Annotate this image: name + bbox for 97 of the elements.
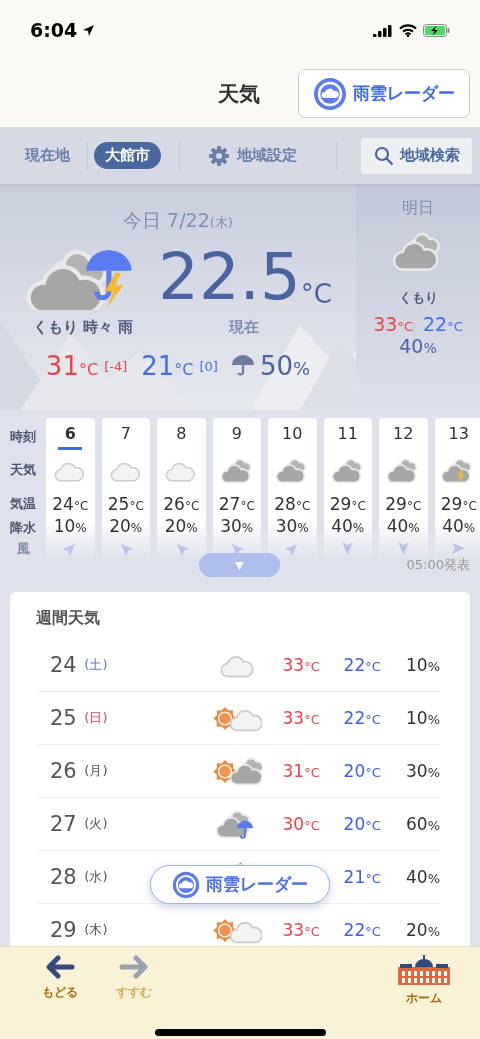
low-difference: [0] <box>199 358 218 374</box>
precipitation-chance: 40% <box>405 867 440 887</box>
hour-precipitation: 40% <box>331 516 365 536</box>
precipitation-chance: 60% <box>405 814 440 834</box>
hour-temperature: 29°C <box>329 494 366 514</box>
hour-label[interactable]: 12 <box>391 424 416 450</box>
low-temperature: 22°C <box>342 920 381 940</box>
hour-temperature: 28°C <box>274 494 311 514</box>
low-temperature: 22°C <box>342 655 381 675</box>
hour-precipitation: 30% <box>220 516 254 536</box>
nav-button[interactable]: ホーム <box>394 955 454 1007</box>
search-icon <box>373 145 394 166</box>
hour-precipitation: 20% <box>164 516 198 536</box>
station-building-icon <box>398 955 450 985</box>
card-title: 週間天気 <box>36 607 101 629</box>
row-label: 気温 <box>10 495 36 514</box>
signal-icon <box>373 23 393 37</box>
low-temperature: 20°C <box>342 761 381 781</box>
hour-temperature: 25°C <box>107 494 144 514</box>
issued-time: 05:00発表 <box>406 556 470 574</box>
hour-label[interactable]: 7 <box>113 424 138 450</box>
high-temperature: 33°C <box>281 655 320 675</box>
high-temperature: 31°C <box>281 761 320 781</box>
high-temperature: 30°C <box>281 814 320 834</box>
page-title: 天気 <box>218 80 260 108</box>
location-arrow-icon <box>82 23 96 37</box>
high-temperature: 33°C <box>281 920 320 940</box>
wifi-icon <box>399 23 417 37</box>
day-number: 24 <box>50 653 78 677</box>
day-number: 28 <box>50 865 78 889</box>
current-temperature: 22.5 <box>158 245 301 309</box>
day-number: 26 <box>50 759 78 783</box>
hour-precipitation: 20% <box>109 516 143 536</box>
hour-precipitation: 40% <box>386 516 420 536</box>
rain-radar-button[interactable]: 雨雲レーダー <box>150 865 330 904</box>
weekday: (火) <box>84 815 109 833</box>
low-temperature: 20°C <box>342 814 381 834</box>
tomorrow-precipitation: 40% <box>399 335 437 357</box>
day-number: 25 <box>50 706 78 730</box>
weather-condition: くもり 時々 雨 <box>33 318 134 337</box>
low-temperature: 22°C <box>342 708 381 728</box>
location-tab[interactable]: 現在地 <box>14 142 81 169</box>
hour-temperature: 24°C <box>52 494 89 514</box>
back-arrow-icon <box>45 955 75 979</box>
day-number: 29 <box>50 918 78 942</box>
row-label: 風 <box>16 540 30 559</box>
hour-temperature: 29°C <box>385 494 422 514</box>
precipitation-chance: 30% <box>405 761 440 781</box>
high-difference: [-4] <box>104 358 128 374</box>
hour-label[interactable]: 11 <box>335 424 360 450</box>
tomorrow-condition: くもり <box>398 289 438 307</box>
hour-label[interactable]: 13 <box>446 424 471 450</box>
area-search-button[interactable]: 地域検索 <box>361 137 472 174</box>
weekday: (月) <box>84 762 109 780</box>
precipitation-chance: 10% <box>405 708 440 728</box>
weekday: (水) <box>84 868 109 886</box>
rain-radar-button[interactable]: 雨雲レーダー <box>298 69 470 118</box>
row-label: 降水 <box>10 519 36 538</box>
hour-precipitation: 10% <box>53 516 87 536</box>
location-tab[interactable]: 大館市 <box>94 142 161 169</box>
precipitation-chance: 20% <box>405 920 440 940</box>
temperature-unit: °C <box>300 279 332 309</box>
hour-label[interactable]: 9 <box>224 424 249 450</box>
radar-icon <box>172 870 200 899</box>
hour-label[interactable]: 6 <box>58 424 83 450</box>
hour-temperature: 29°C <box>440 494 477 514</box>
hour-temperature: 26°C <box>163 494 200 514</box>
row-label: 時刻 <box>10 428 36 447</box>
low-temperature: 21°C <box>342 867 381 887</box>
forward-arrow-icon <box>119 955 149 979</box>
hour-temperature: 27°C <box>218 494 255 514</box>
nav-button[interactable]: もどる <box>30 955 90 1001</box>
tomorrow-high: 33°C <box>373 313 413 335</box>
today-date: 今日 7/22(木) <box>123 208 233 233</box>
settings-icon <box>209 145 229 166</box>
tomorrow-label: 明日 <box>402 198 434 219</box>
precipitation-chance: 50% <box>259 351 311 381</box>
low-temperature: 21°C <box>141 351 194 381</box>
location-tab[interactable]: 地域設定 <box>198 141 308 170</box>
hour-precipitation: 40% <box>442 516 476 536</box>
umbrella-icon <box>231 354 254 378</box>
high-temperature: 33°C <box>281 708 320 728</box>
weekday: (日) <box>84 709 109 727</box>
weekday: (木) <box>84 921 109 939</box>
hour-label[interactable]: 10 <box>280 424 305 450</box>
battery-icon <box>423 23 450 37</box>
day-number: 27 <box>50 812 78 836</box>
precipitation-chance: 10% <box>405 655 440 675</box>
tomorrow-low: 22°C <box>423 313 463 335</box>
radar-icon <box>313 76 347 111</box>
high-temperature: 31°C <box>45 351 99 381</box>
row-label: 天気 <box>10 461 36 479</box>
hour-label[interactable]: 8 <box>169 424 194 450</box>
current-label: 現在 <box>229 318 259 337</box>
status-time: 6:04 <box>30 19 78 41</box>
hour-precipitation: 30% <box>275 516 309 536</box>
weekday: (土) <box>84 656 109 674</box>
